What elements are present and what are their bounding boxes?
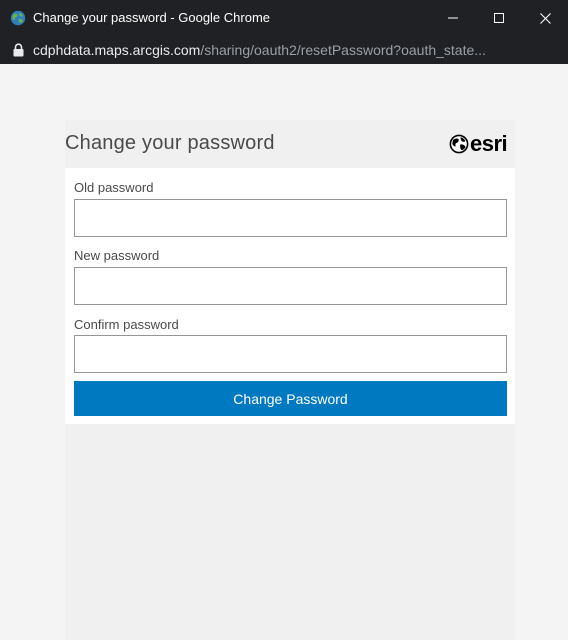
new-password-input[interactable] [74,267,507,305]
new-password-label: New password [74,248,160,263]
address-bar[interactable]: cdphdata.maps.arcgis.com/sharing/oauth2/… [0,36,568,106]
url-text[interactable]: cdphdata.maps.arcgis.com/sharing/oauth2/… [33,42,486,58]
old-password-label: Old password [74,180,154,195]
minimize-button[interactable] [430,0,476,36]
esri-globe-icon [449,134,469,154]
confirm-password-input[interactable] [74,335,507,373]
globe-icon [10,10,26,26]
change-password-form: Old password New password Confirm passwo… [65,168,515,424]
page-content: Change your password esri Old password N… [0,64,568,640]
maximize-button[interactable] [476,0,522,36]
esri-logo: esri [449,131,508,156]
old-password-input[interactable] [74,199,507,237]
maximize-icon [494,13,504,23]
url-host: cdphdata.maps.arcgis.com [33,42,201,58]
change-password-button[interactable]: Change Password [74,381,507,416]
url-path: /sharing/oauth2/resetPassword?oauth_stat… [200,42,486,58]
page-title: Change your password [65,132,275,154]
minimize-icon [448,17,458,19]
esri-logo-text: esri [470,131,508,156]
window-title: Change your password - Google Chrome [33,10,271,25]
close-button[interactable] [522,0,568,36]
confirm-password-label: Confirm password [74,317,179,332]
close-icon [539,12,551,24]
title-bar[interactable]: Change your password - Google Chrome [0,0,568,36]
browser-popup-window: Change your password - Google Chrome cdp… [0,0,568,640]
lock-icon[interactable] [13,43,24,57]
